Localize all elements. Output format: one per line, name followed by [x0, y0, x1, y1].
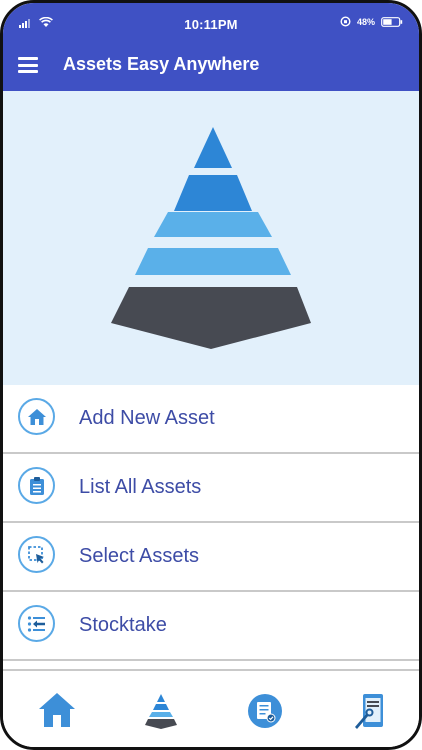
device-tools-tab-icon: [355, 694, 383, 729]
pyramid-logo-icon: [111, 127, 311, 349]
menu-item-label: Select Assets: [79, 545, 200, 567]
tab-dashboard[interactable]: [141, 691, 185, 735]
tab-settings-device[interactable]: [351, 691, 395, 735]
menu-item-label: Stocktake: [79, 614, 167, 636]
status-bar: 10:11PM 48%: [3, 3, 419, 41]
app-header: Assets Easy Anywhere: [3, 41, 419, 91]
battery-percent: 48%: [356, 16, 375, 27]
page-title: Assets Easy Anywhere: [63, 54, 260, 74]
status-right: 48%: [340, 16, 403, 27]
home-tab-icon: [39, 693, 75, 727]
main-menu: Add New Asset List All Assets Select Ass…: [3, 385, 419, 661]
tab-home[interactable]: [37, 691, 81, 735]
menu-item-label: Add New Asset: [79, 407, 215, 429]
menu-item-add-new-asset[interactable]: Add New Asset: [3, 385, 419, 454]
select-cursor-icon: [18, 536, 55, 573]
battery-icon: [381, 16, 403, 27]
list-arrow-icon: [18, 605, 55, 642]
hamburger-icon[interactable]: [18, 57, 38, 73]
tab-checklist[interactable]: [245, 691, 289, 735]
hero-banner: [3, 91, 419, 385]
checklist-tab-icon: [248, 694, 282, 728]
clipboard-icon: [18, 467, 55, 504]
pyramid-tab-icon: [145, 694, 177, 729]
menu-item-label: List All Assets: [79, 476, 202, 498]
phone-frame: 10:11PM 48% Assets Easy Anywhere Add New…: [0, 0, 422, 750]
menu-item-list-all-assets[interactable]: List All Assets: [3, 454, 419, 523]
home-icon: [18, 398, 55, 435]
bottom-tab-bar: [3, 669, 419, 747]
menu-item-stocktake[interactable]: Stocktake: [3, 592, 419, 661]
menu-item-select-assets[interactable]: Select Assets: [3, 523, 419, 592]
orientation-lock-icon: [340, 16, 351, 27]
